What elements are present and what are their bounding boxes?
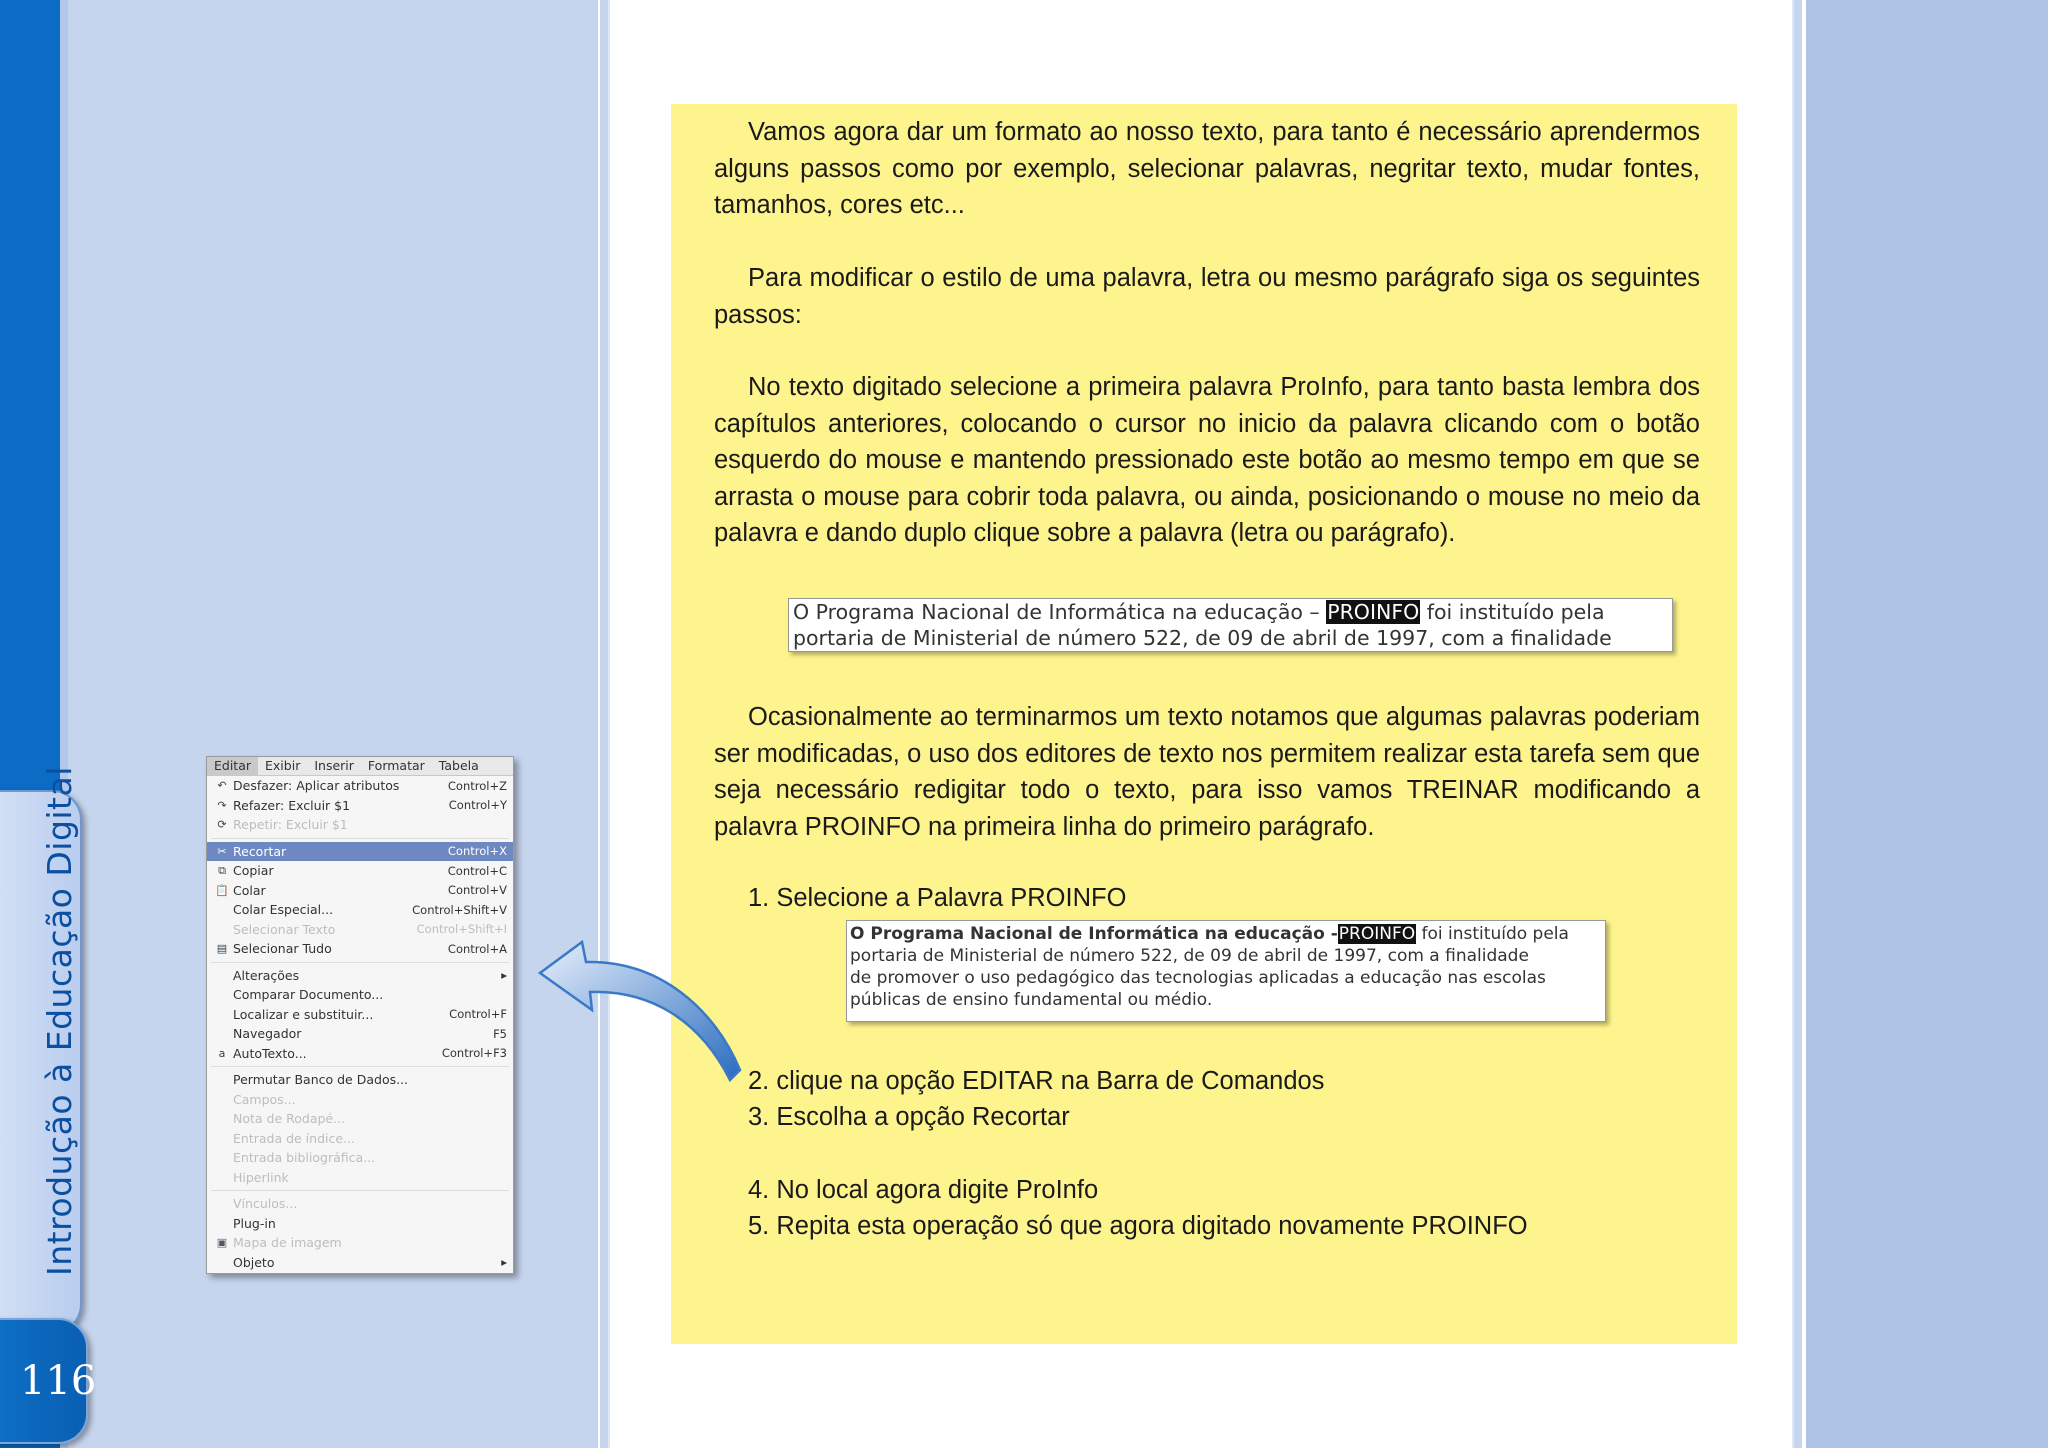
text-excerpt-screenshot-1: O Programa Nacional de Informática na ed… bbox=[788, 598, 1673, 652]
menu-item-autotexto: a AutoTexto... Control+F3 bbox=[207, 1044, 513, 1064]
paste-icon: 📋 bbox=[215, 883, 229, 897]
menu-item-selecionar-texto: Selecionar Texto Control+Shift+I bbox=[233, 921, 507, 937]
repeat-icon: ⟳ bbox=[217, 818, 227, 832]
menu-item-recortar: ✂ Recortar Control+X bbox=[207, 841, 513, 861]
menu-item-refazer: ↷ Refazer: Excluir $1 Control+Y bbox=[207, 796, 513, 816]
menu-item-permutar: Permutar Banco de Dados... bbox=[233, 1072, 409, 1088]
menu-item-colar-especial: Colar Especial... Control+Shift+V bbox=[233, 902, 507, 918]
column-border-right bbox=[1792, 0, 1802, 1448]
selected-word: PROINFO bbox=[1337, 924, 1417, 944]
menu-item-hiperlink: Hiperlink bbox=[233, 1169, 289, 1185]
right-background bbox=[1806, 0, 2048, 1448]
menu-item-objeto: Objeto ▸ bbox=[233, 1254, 507, 1270]
menu-item-campos: Campos... bbox=[233, 1091, 296, 1107]
paragraph-1: Vamos agora dar um formato ao nosso text… bbox=[714, 118, 1700, 219]
curved-arrow-icon bbox=[537, 940, 742, 1083]
step-4: 4. No local agora digite ProInfo bbox=[748, 1176, 1099, 1204]
menu-item-selecionar-tudo: ▤ Selecionar Tudo Control+A bbox=[207, 939, 513, 959]
menu-item-desfazer: ↶ Desfazer: Aplicar atributos Control+Z bbox=[207, 776, 513, 796]
menu-bar: Editar Exibir Inserir Formatar Tabela bbox=[207, 757, 513, 776]
menu-item-repetir: ⟳ Repetir: Excluir $1 bbox=[207, 815, 513, 835]
image-map-icon: ▣ bbox=[216, 1236, 228, 1250]
menu-item-alteracoes: Alterações ▸ bbox=[233, 967, 507, 983]
menu-inserir: Inserir bbox=[314, 758, 354, 773]
menu-tabela: Tabela bbox=[438, 758, 479, 773]
step-1: 1. Selecione a Palavra PROINFO bbox=[748, 884, 1127, 912]
menu-item-comparar: Comparar Documento... bbox=[233, 987, 384, 1003]
menu-item-entrada-indice: Entrada de índice... bbox=[233, 1130, 355, 1146]
undo-icon: ↶ bbox=[217, 779, 227, 793]
menu-item-mapa-imagem: ▣ Mapa de imagem bbox=[207, 1233, 513, 1253]
menu-item-nota-rodape: Nota de Rodapé... bbox=[233, 1111, 346, 1127]
menu-item-plugin: Plug-in bbox=[233, 1215, 276, 1231]
menu-item-localizar: Localizar e substituir... Control+F bbox=[233, 1006, 507, 1022]
menu-formatar: Formatar bbox=[367, 758, 425, 773]
selected-word: PROINFO bbox=[1326, 600, 1421, 624]
paragraph-3: No texto digitado selecione a primeira p… bbox=[714, 373, 1700, 547]
menu-item-copiar: ⧉ Copiar Control+C bbox=[207, 861, 513, 881]
scissors-icon: ✂ bbox=[217, 844, 227, 858]
step-3: 3. Escolha a opção Recortar bbox=[748, 1103, 1070, 1131]
copy-icon: ⧉ bbox=[218, 863, 226, 877]
menu-item-entrada-bibliografica: Entrada bibliográfica... bbox=[233, 1150, 376, 1166]
redo-icon: ↷ bbox=[217, 798, 227, 812]
edit-menu-screenshot: Editar Exibir Inserir Formatar Tabela ↶ D… bbox=[206, 756, 514, 1274]
menu-editar: Editar bbox=[207, 757, 259, 775]
step-2: 2. clique na opção EDITAR na Barra de Co… bbox=[748, 1067, 1325, 1095]
select-all-icon: ▤ bbox=[216, 942, 228, 956]
submenu-arrow-icon: ▸ bbox=[501, 1255, 507, 1270]
step-5: 5. Repita esta operação só que agora dig… bbox=[748, 1212, 1528, 1240]
paragraph-2: Para modificar o estilo de uma palavra, … bbox=[714, 264, 1700, 329]
page-number: 116 bbox=[20, 1358, 97, 1404]
paragraph-4: Ocasionalmente ao terminarmos um texto n… bbox=[714, 703, 1700, 841]
submenu-arrow-icon: ▸ bbox=[501, 968, 507, 983]
column-border-left bbox=[600, 0, 610, 1448]
menu-item-vinculos: Vínculos... bbox=[233, 1196, 298, 1212]
autotext-icon: a bbox=[218, 1046, 226, 1060]
menu-exibir: Exibir bbox=[265, 758, 301, 773]
text-excerpt-screenshot-2: O Programa Nacional de Informática na ed… bbox=[846, 920, 1606, 1022]
menu-item-navegador: Navegador F5 bbox=[233, 1026, 507, 1042]
menu-item-colar: 📋 Colar Control+V bbox=[207, 881, 513, 901]
book-title: Introdução à Educação Digital bbox=[40, 766, 79, 1276]
